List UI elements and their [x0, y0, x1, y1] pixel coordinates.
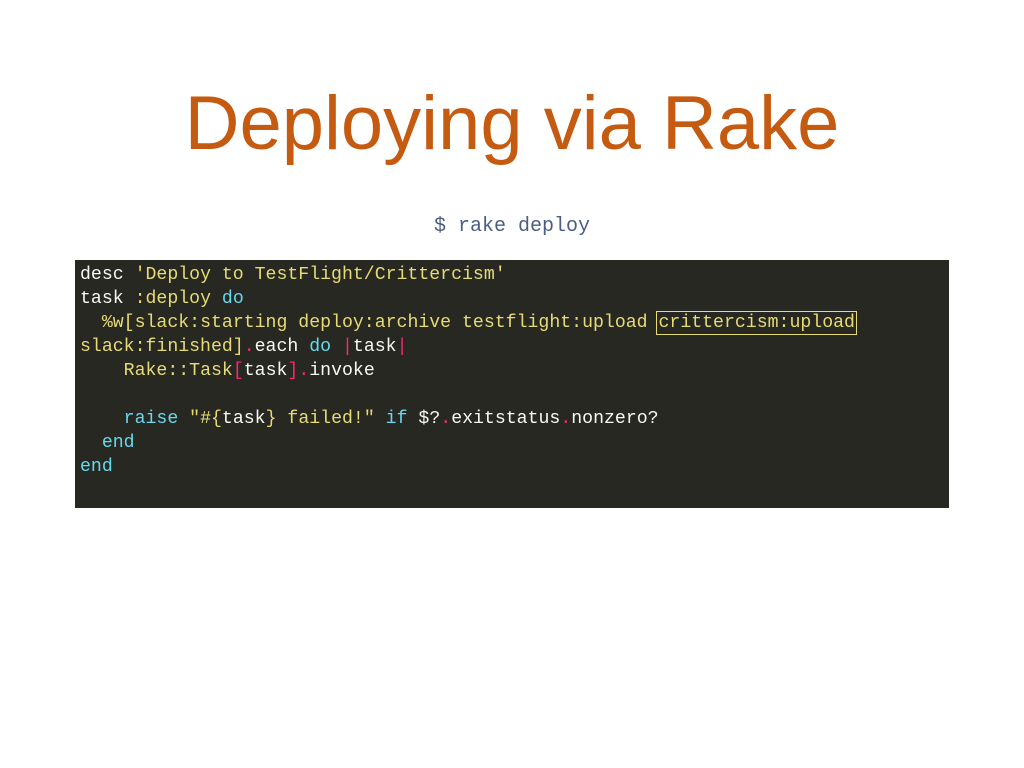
slide: Deploying via Rake $ rake deploy desc 'D…	[0, 0, 1024, 768]
code-token: :deploy	[134, 289, 211, 309]
code-line: end	[80, 455, 949, 479]
code-line: desc 'Deploy to TestFlight/Crittercism'	[80, 263, 949, 287]
shell-command: $ rake deploy	[433, 215, 591, 238]
code-token: invoke	[309, 361, 375, 381]
code-token: desc	[80, 265, 135, 285]
code-line: end	[80, 431, 949, 455]
code-token: each	[254, 337, 310, 357]
code-token: task	[80, 289, 135, 309]
code-token: ]	[287, 361, 299, 381]
code-token: do	[309, 337, 332, 357]
code-token: 'Deploy to TestFlight/Crittercism'	[134, 265, 506, 285]
code-token: nonzero?	[571, 409, 659, 429]
code-token: |	[396, 337, 408, 357]
code-token: .	[243, 337, 255, 357]
code-token: .	[298, 361, 310, 381]
slide-title: Deploying via Rake	[184, 81, 840, 166]
code-line: slack:finished].each do |task|	[80, 335, 949, 359]
code-token: task	[221, 409, 266, 429]
code-token: .	[440, 409, 452, 429]
code-line: task :deploy do	[80, 287, 949, 311]
code-line: Rake::Task[task].invoke	[80, 359, 949, 383]
code-token: |	[341, 337, 353, 357]
code-token: %w[slack:starting deploy:archive testfli…	[101, 313, 659, 333]
code-block: desc 'Deploy to TestFlight/Crittercism' t…	[75, 260, 949, 508]
code-token: end	[80, 457, 113, 477]
code-token: task	[243, 361, 288, 381]
code-token: .	[560, 409, 572, 429]
code-token: do	[221, 289, 244, 309]
code-token: } failed!"	[265, 409, 375, 429]
highlighted-task-token: crittercism:upload	[656, 311, 857, 335]
code-token: "#{	[189, 409, 222, 429]
code-token: $?	[407, 409, 441, 429]
code-line: %w[slack:starting deploy:archive testfli…	[80, 311, 949, 335]
code-token: exitstatus	[451, 409, 561, 429]
code-token: [	[232, 361, 244, 381]
code-token: slack:finished]	[80, 337, 244, 357]
code-token: Rake::Task	[123, 361, 233, 381]
code-token: raise	[123, 409, 179, 429]
code-token: if	[385, 409, 408, 429]
code-token: task	[352, 337, 397, 357]
code-token: end	[101, 433, 135, 453]
code-line: raise "#{task} failed!" if $?.exitstatus…	[80, 407, 949, 431]
